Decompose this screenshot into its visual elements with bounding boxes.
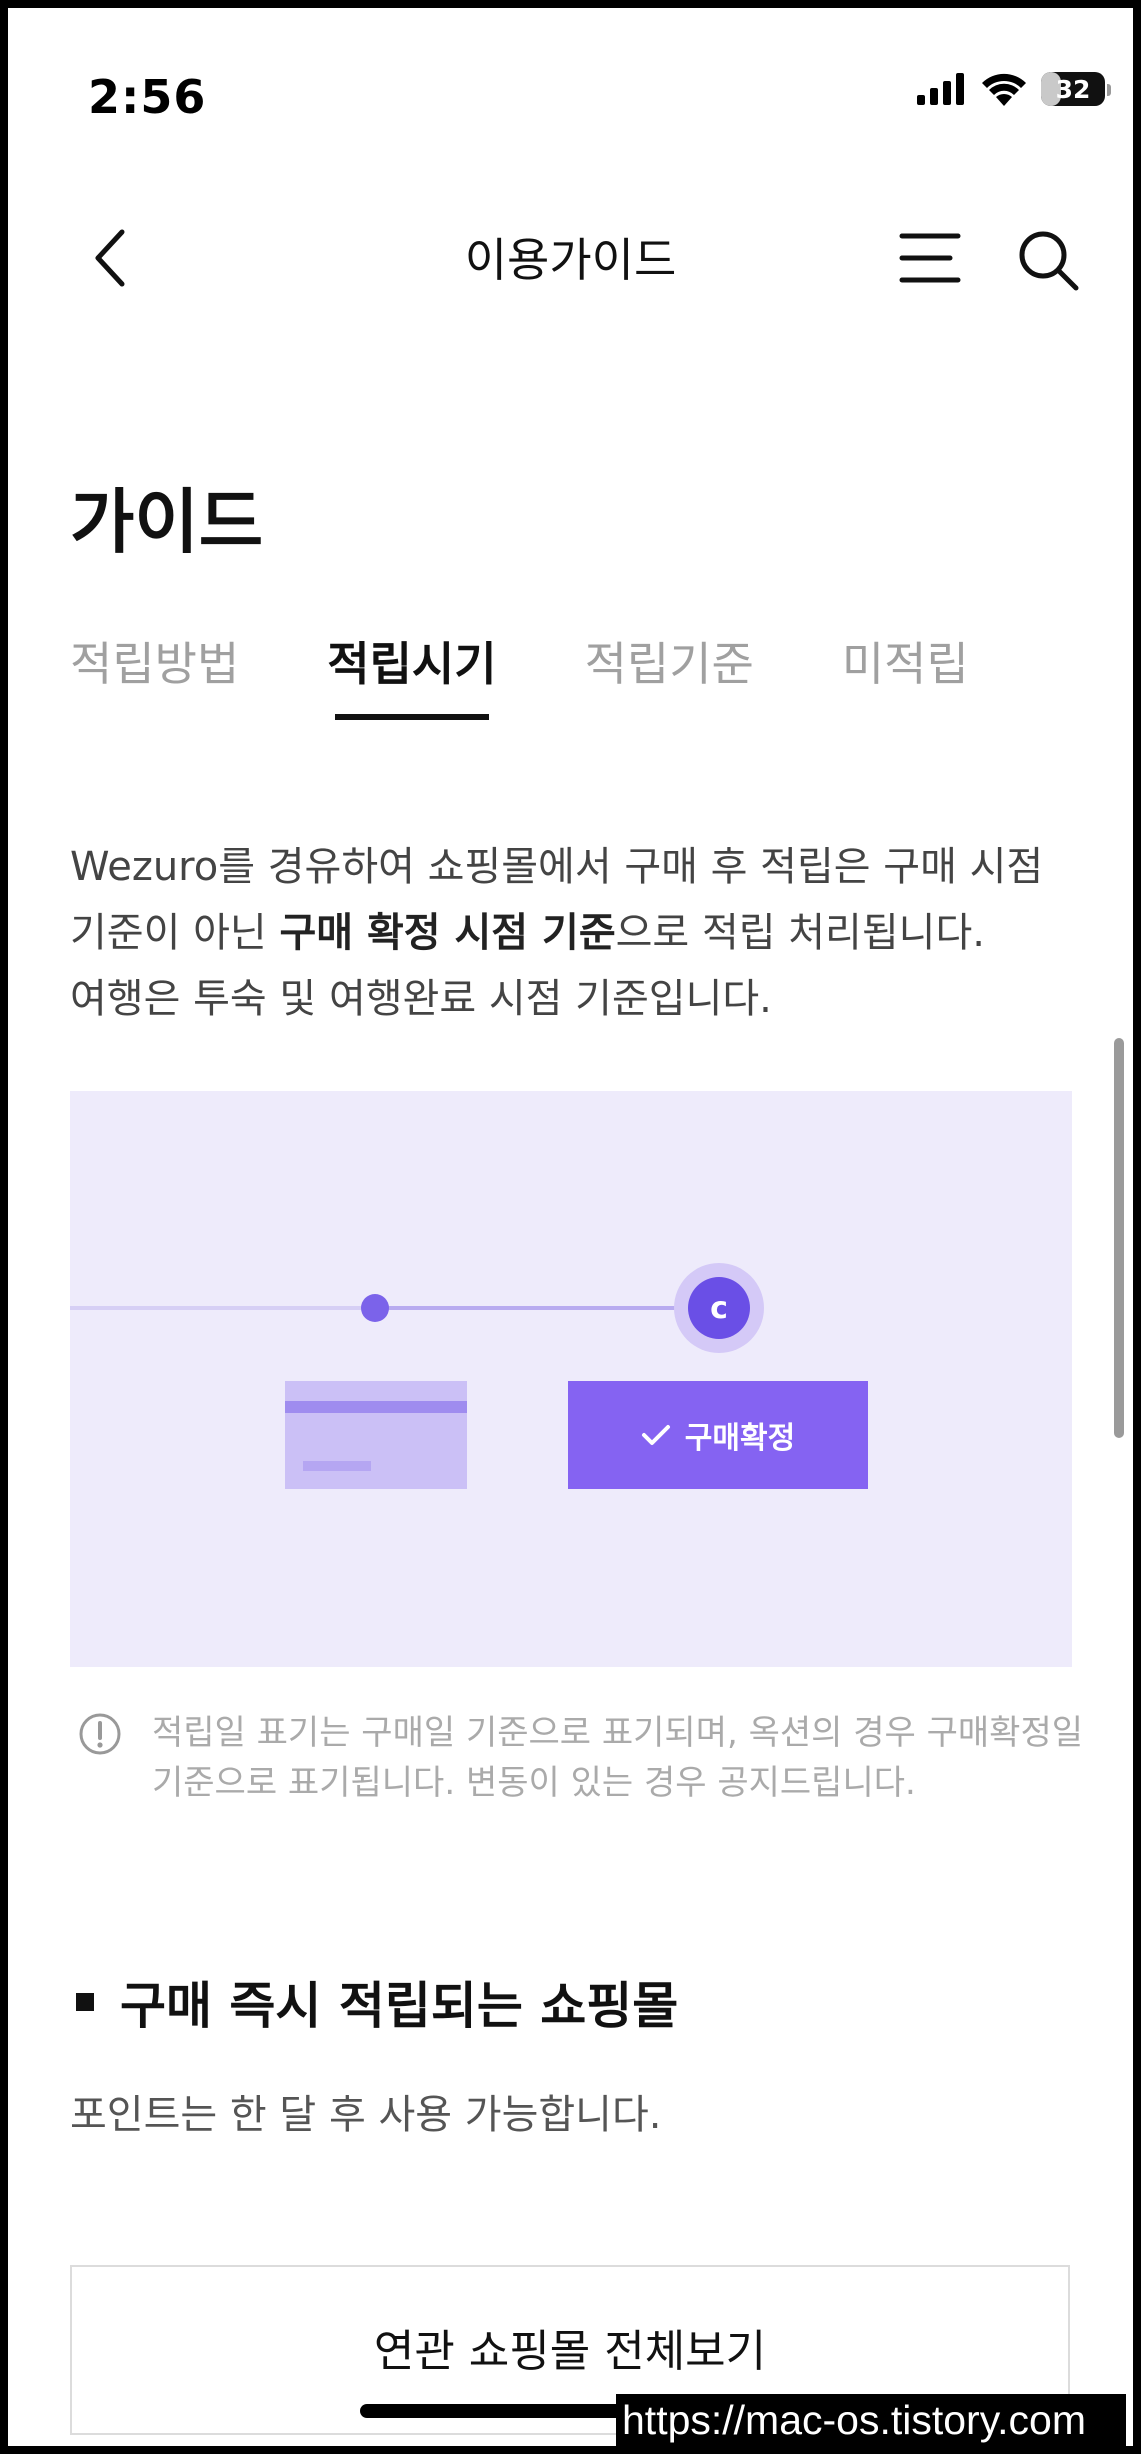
timeline-progress	[375, 1306, 680, 1310]
purchase-confirm-illustration: c 구매확정	[70, 1091, 1072, 1667]
check-icon	[641, 1425, 670, 1445]
page-heading: 가이드	[70, 481, 264, 563]
purchase-confirm-badge: 구매확정	[568, 1381, 868, 1489]
tab-earn-method[interactable]: 적립방법	[70, 628, 239, 720]
status-icons: 32	[917, 72, 1111, 106]
note-text: 적립일 표기는 구매일 기준으로 표기되며, 옥션의 경우 구매확정일 기준으로…	[152, 1713, 1084, 1803]
watermark: https://mac-os.tistory.com	[616, 2394, 1126, 2446]
app-screen: 2:56 32 이용가이드 가이드 적립방법 적립시기 적립기준 미적립 Wez…	[8, 8, 1133, 2446]
description-line-2: 여행은 투숙 및 여행완료 시점 기준입니다.	[70, 976, 772, 1022]
section-subtitle: 포인트는 한 달 후 사용 가능합니다.	[70, 2092, 662, 2138]
exclamation-circle-icon	[79, 1713, 121, 1755]
tab-not-earned[interactable]: 미적립	[842, 628, 969, 720]
confirm-label: 구매확정	[684, 1421, 796, 1456]
wifi-icon	[982, 73, 1026, 106]
battery-icon: 32	[1041, 72, 1111, 106]
guide-tabs: 적립방법 적립시기 적립기준 미적립	[70, 628, 1057, 720]
card-line	[303, 1461, 371, 1471]
card-stripe	[285, 1401, 467, 1413]
credit-card-icon	[285, 1381, 467, 1489]
scrollbar[interactable]	[1114, 1038, 1124, 1438]
description-text-2: 으로 적립 처리됩니다.	[615, 910, 985, 956]
info-note: 적립일 표기는 구매일 기준으로 표기되며, 옥션의 경우 구매확정일 기준으로…	[78, 1708, 1092, 1808]
coin-icon: c	[688, 1277, 750, 1339]
nav-title: 이용가이드	[464, 233, 677, 287]
tab-earn-timing[interactable]: 적립시기	[327, 628, 497, 720]
status-time: 2:56	[88, 70, 207, 124]
section-title: 구매 즉시 적립되는 쇼핑몰	[76, 1966, 678, 2038]
signal-icon	[917, 73, 964, 105]
timeline-dot	[361, 1294, 389, 1322]
battery-percent: 32	[1055, 74, 1091, 104]
section-title-text: 구매 즉시 적립되는 쇼핑몰	[120, 1977, 679, 2035]
description-bold: 구매 확정 시점 기준	[279, 910, 616, 956]
square-bullet-icon	[76, 1993, 94, 2011]
tab-earn-criteria[interactable]: 적립기준	[585, 628, 754, 720]
search-icon[interactable]	[1016, 228, 1080, 292]
timing-description: Wezuro를 경유하여 쇼핑몰에서 구매 후 적립은 구매 시점 기준이 아닌…	[70, 834, 1080, 1032]
hamburger-menu-icon[interactable]	[898, 230, 962, 286]
